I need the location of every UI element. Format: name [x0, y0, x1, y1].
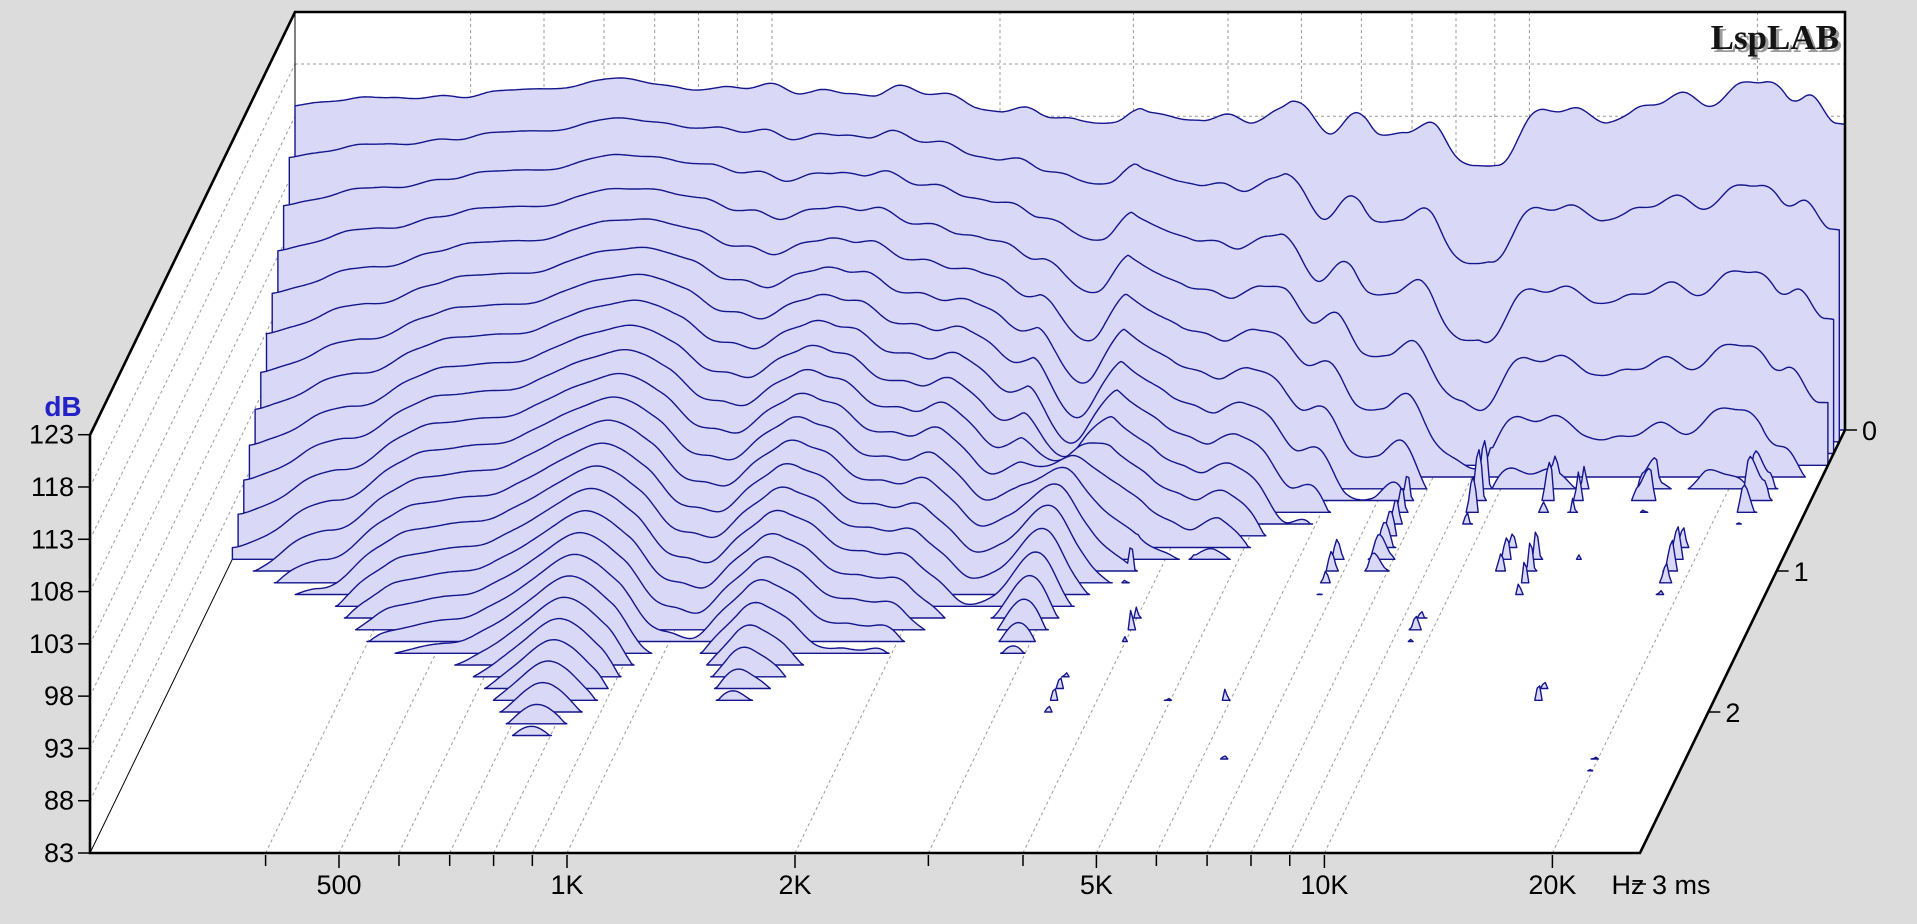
waterfall-slice — [1588, 770, 1593, 771]
hz-axis-unit-label: Hz — [1612, 870, 1645, 900]
lsplab-window: 123 118 113 108 103 98 93 88 83 500 1K 2K 5K 10K 20K 0 1… — [0, 0, 1917, 924]
freq-tick-label: 10K — [1300, 870, 1348, 900]
db-tick-label: 83 — [44, 838, 74, 868]
db-tick-label: 93 — [44, 733, 74, 763]
time-tick-label: 2 — [1725, 698, 1740, 728]
freq-tick-label: 5K — [1080, 870, 1113, 900]
app-title: LspLAB — [1711, 18, 1839, 57]
time-tick-label: 0 — [1862, 416, 1877, 446]
db-tick-label: 123 — [29, 420, 74, 450]
db-tick-label: 113 — [31, 524, 74, 554]
db-tick-label: 108 — [29, 577, 74, 607]
csd-waterfall-chart: 123 118 113 108 103 98 93 88 83 500 1K 2K 5K 10K 20K 0 1… — [0, 0, 1917, 924]
db-axis-label: dB — [44, 391, 81, 422]
freq-tick-label: 500 — [316, 870, 361, 900]
freq-tick-label: 2K — [778, 870, 811, 900]
db-tick-label: 103 — [29, 629, 74, 659]
freq-tick-label: 1K — [550, 870, 583, 900]
freq-tick-label: 20K — [1528, 870, 1576, 900]
db-tick-label: 118 — [31, 472, 74, 502]
time-tick-label: 1 — [1794, 557, 1809, 587]
db-tick-label: 88 — [44, 786, 74, 816]
db-tick-label: 98 — [44, 681, 74, 711]
time-axis-end-label: 3 ms — [1652, 870, 1711, 900]
